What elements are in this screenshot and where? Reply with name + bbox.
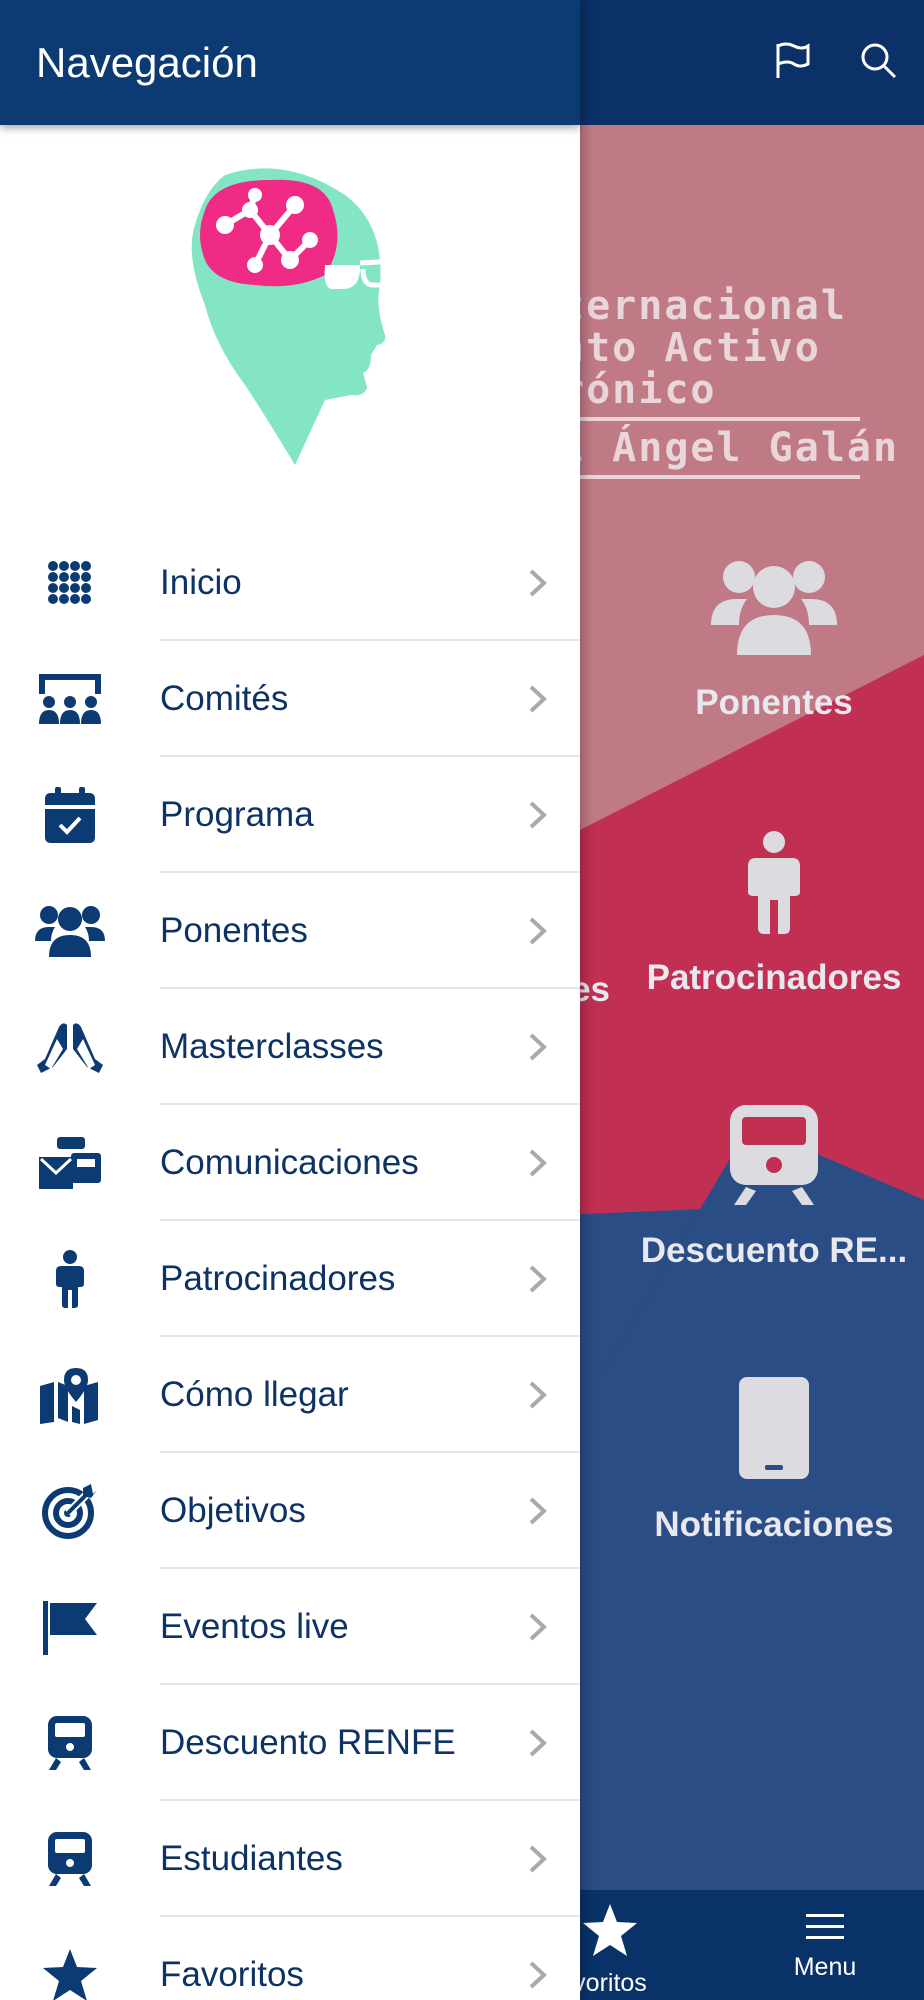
committee-icon [30,659,110,739]
chevron-right-icon [526,1380,550,1410]
menu-item-inicio[interactable]: Inicio [0,525,580,641]
menu-item-label: Ponentes [160,911,308,950]
drawer-menu: Inicio Comités Programa Ponentes Masterc… [0,525,580,2000]
mail-bulk-icon [30,1123,110,1203]
menu-item-favoritos[interactable]: Favoritos [0,1917,580,2000]
drawer-header: Navegación [0,0,580,125]
menu-item-eventos-live[interactable]: Eventos live [0,1569,580,1685]
chevron-right-icon [526,916,550,946]
chevron-right-icon [526,1264,550,1294]
menu-item-label: Cómo llegar [160,1375,349,1414]
navigation-drawer: Navegación Inicio Comités Programa Ponen… [0,0,580,2000]
train-icon [30,1703,110,1783]
chevron-right-icon [526,684,550,714]
menu-item-comites[interactable]: Comités [0,641,580,757]
chevron-right-icon [526,800,550,830]
menu-item-objetivos[interactable]: Objetivos [0,1453,580,1569]
chevron-right-icon [526,1844,550,1874]
menu-item-label: Comunicaciones [160,1143,419,1182]
menu-item-estudiantes[interactable]: Estudiantes [0,1801,580,1917]
flag-icon [30,1587,110,1667]
menu-item-ponentes[interactable]: Ponentes [0,873,580,989]
chevron-right-icon [526,1148,550,1178]
menu-item-patrocinadores[interactable]: Patrocinadores [0,1221,580,1337]
map-marker-icon [30,1355,110,1435]
chevron-right-icon [526,1728,550,1758]
menu-item-label: Descuento RENFE [160,1723,456,1762]
train-icon [30,1819,110,1899]
star-icon [30,1935,110,2000]
menu-item-descuento-renfe[interactable]: Descuento RENFE [0,1685,580,1801]
chevron-right-icon [526,1496,550,1526]
menu-item-label: Programa [160,795,314,834]
menu-item-como-llegar[interactable]: Cómo llegar [0,1337,580,1453]
calendar-check-icon [30,775,110,855]
menu-item-label: Masterclasses [160,1027,384,1066]
menu-item-label: Patrocinadores [160,1259,396,1298]
drawer-title: Navegación [36,38,258,86]
chevron-right-icon [526,1612,550,1642]
menu-item-label: Estudiantes [160,1839,343,1878]
person-icon [30,1239,110,1319]
menu-item-programa[interactable]: Programa [0,757,580,873]
menu-item-comunicaciones[interactable]: Comunicaciones [0,1105,580,1221]
hands-icon [30,1007,110,1087]
menu-item-label: Objetivos [160,1491,306,1530]
target-icon [30,1471,110,1551]
chevron-right-icon [526,1960,550,1990]
chevron-right-icon [526,568,550,598]
menu-item-label: Eventos live [160,1607,349,1646]
chevron-right-icon [526,1032,550,1062]
menu-item-label: Comités [160,679,289,718]
menu-item-masterclasses[interactable]: Masterclasses [0,989,580,1105]
menu-item-label: Favoritos [160,1955,304,1994]
menu-item-label: Inicio [160,563,242,602]
grid-icon [30,543,110,623]
users-icon [30,891,110,971]
brain-head-logo [0,125,580,525]
